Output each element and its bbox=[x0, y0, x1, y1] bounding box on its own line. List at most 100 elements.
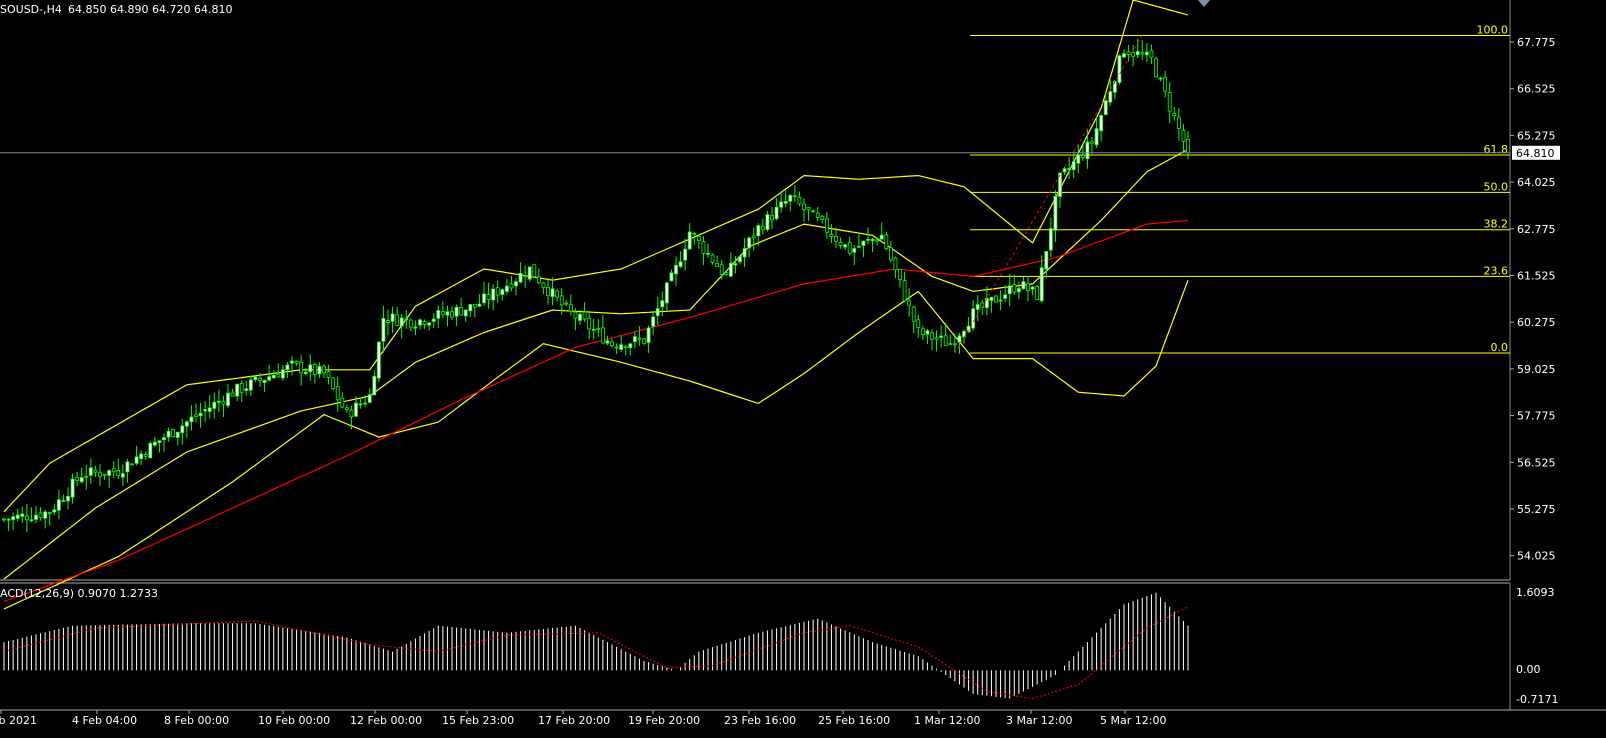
macd-label: ACD(12,26,9) 0.9070 1.2733 bbox=[0, 587, 158, 600]
bear-candle bbox=[495, 287, 500, 296]
time-tick-label: Feb 2021 bbox=[0, 714, 37, 727]
price-tick-label: 66.525 bbox=[1517, 83, 1556, 96]
time-tick-label: 5 Mar 12:00 bbox=[1100, 714, 1166, 727]
bear-candle bbox=[934, 337, 939, 340]
bull-candle bbox=[66, 495, 70, 502]
bear-candle bbox=[829, 233, 834, 237]
bull-candle bbox=[11, 516, 16, 521]
bull-candle bbox=[189, 416, 194, 423]
price-chart[interactable]: 100.0 61.8 50.0 38.2 23.6 0.0 67.775 66.525 65.… bbox=[0, 0, 1606, 738]
bear-candle bbox=[408, 319, 413, 328]
bull-candle bbox=[253, 376, 258, 380]
bull-candle bbox=[381, 317, 386, 342]
bear-candle bbox=[559, 295, 564, 306]
bull-candle bbox=[52, 509, 57, 513]
bear-candle bbox=[637, 337, 642, 340]
bull-candle bbox=[468, 304, 473, 312]
bear-candle bbox=[1176, 116, 1181, 129]
bull-candle bbox=[660, 300, 665, 308]
bull-candle bbox=[463, 309, 468, 317]
bear-candle bbox=[331, 377, 336, 389]
bull-candle bbox=[248, 379, 253, 391]
bear-candle bbox=[884, 234, 889, 249]
time-tick-label: 10 Feb 00:00 bbox=[258, 714, 330, 727]
bull-candle bbox=[605, 340, 610, 344]
bear-candle bbox=[340, 397, 345, 408]
bear-candle bbox=[116, 469, 121, 476]
bull-candle bbox=[1003, 294, 1008, 299]
bear-candle bbox=[952, 343, 957, 346]
bull-candle bbox=[70, 478, 75, 498]
bear-candle bbox=[143, 454, 148, 457]
bull-candle bbox=[271, 374, 276, 379]
bull-candle bbox=[290, 360, 294, 364]
bull-candle bbox=[88, 467, 93, 476]
bull-candle bbox=[843, 244, 848, 248]
bear-candle bbox=[1154, 58, 1158, 78]
bull-candle bbox=[765, 214, 770, 230]
price-tick-label: 57.775 bbox=[1517, 410, 1556, 423]
bull-candle bbox=[733, 263, 738, 266]
bull-candle bbox=[1044, 251, 1049, 270]
bull-candle bbox=[303, 371, 308, 375]
bear-candle bbox=[888, 247, 893, 261]
bear-candle bbox=[221, 401, 226, 405]
bear-candle bbox=[710, 254, 715, 263]
bull-candle bbox=[203, 409, 208, 412]
bull-candle bbox=[404, 318, 409, 321]
bull-candle bbox=[1108, 91, 1113, 103]
bull-candle bbox=[664, 282, 669, 304]
bull-candle bbox=[280, 369, 285, 379]
bull-candle bbox=[788, 194, 793, 202]
bear-candle bbox=[472, 303, 477, 308]
bull-candle bbox=[655, 308, 660, 317]
bull-candle bbox=[651, 316, 656, 327]
bull-candle bbox=[1076, 154, 1081, 164]
bull-candle bbox=[628, 343, 633, 349]
bull-candle bbox=[477, 303, 482, 307]
bull-candle bbox=[975, 304, 980, 310]
price-tick-label: 59.025 bbox=[1517, 363, 1556, 376]
bull-candle bbox=[1048, 228, 1053, 251]
bull-candle bbox=[518, 273, 523, 283]
time-tick-label: 4 Feb 04:00 bbox=[72, 714, 137, 727]
bull-candle bbox=[134, 456, 139, 464]
bull-candle bbox=[1135, 51, 1140, 56]
bull-candle bbox=[354, 402, 358, 417]
fib-level-label: 23.6 bbox=[1484, 264, 1509, 277]
time-tick-label: 12 Feb 00:00 bbox=[350, 714, 422, 727]
bear-candle bbox=[1080, 155, 1085, 158]
bear-candle bbox=[820, 215, 825, 220]
bull-candle bbox=[971, 308, 976, 329]
bear-candle bbox=[902, 280, 907, 302]
bear-candle bbox=[102, 473, 107, 476]
bull-candle bbox=[1016, 288, 1021, 293]
bull-candle bbox=[56, 499, 61, 511]
bull-candle bbox=[852, 248, 857, 253]
bull-candle bbox=[367, 394, 372, 403]
bear-candle bbox=[797, 196, 802, 205]
bull-candle bbox=[308, 364, 313, 373]
bear-candle bbox=[322, 365, 326, 374]
bull-candle bbox=[413, 326, 418, 329]
bull-candle bbox=[1117, 55, 1122, 83]
bull-candle bbox=[207, 407, 212, 412]
bear-candle bbox=[532, 264, 537, 278]
bear-candle bbox=[93, 469, 98, 473]
bear-candle bbox=[1012, 284, 1017, 293]
bear-candle bbox=[898, 269, 902, 280]
bull-candle bbox=[706, 252, 710, 255]
bear-candle bbox=[573, 311, 578, 319]
bull-candle bbox=[939, 335, 944, 338]
bull-candle bbox=[669, 272, 674, 282]
bear-candle bbox=[792, 195, 797, 198]
bear-candle bbox=[1140, 52, 1145, 55]
bear-candle bbox=[523, 275, 528, 278]
bull-candle bbox=[728, 262, 733, 277]
bull-candle bbox=[15, 514, 20, 519]
bull-candle bbox=[1085, 141, 1090, 160]
bear-candle bbox=[582, 311, 587, 320]
bull-candle bbox=[756, 225, 761, 237]
bear-candle bbox=[596, 327, 601, 330]
bull-candle bbox=[783, 200, 788, 204]
